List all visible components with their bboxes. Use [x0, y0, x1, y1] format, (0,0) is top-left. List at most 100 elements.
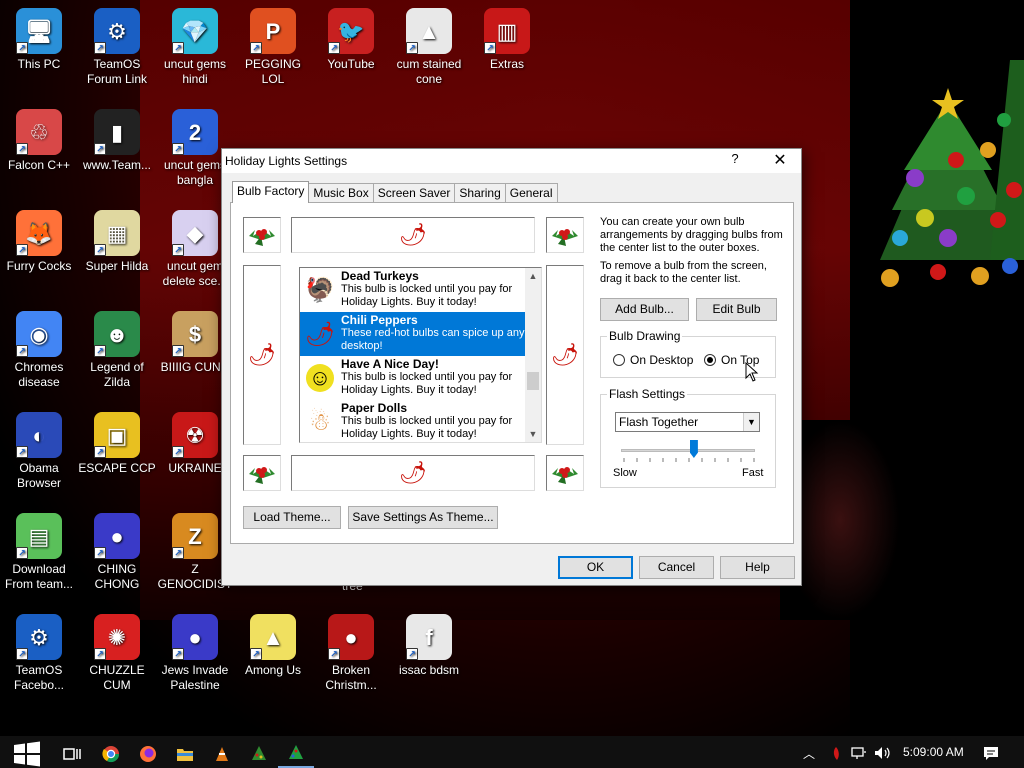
load-theme-button[interactable]: Load Theme... — [243, 506, 341, 529]
app-icon: 🐦 ↗ — [328, 8, 374, 54]
desktop-icon[interactable]: P ↗ PEGGING LOL — [234, 8, 312, 87]
start-icon[interactable] — [8, 740, 46, 768]
network-icon[interactable] — [851, 746, 867, 760]
shortcut-arrow-icon: ↗ — [172, 547, 184, 559]
tab-sharing[interactable]: Sharing — [454, 183, 506, 203]
bulb-list-scrollbar[interactable]: ▲ ▼ — [525, 268, 541, 442]
notifications-icon[interactable] — [983, 745, 999, 761]
desktop-icon-label: This PC — [17, 57, 61, 71]
tab-screen-saver[interactable]: Screen Saver — [372, 183, 456, 203]
desktop-icon[interactable]: 💎 ↗ uncut gems hindi — [156, 8, 234, 87]
ok-button[interactable]: OK — [558, 556, 633, 579]
shortcut-arrow-icon: ↗ — [16, 42, 28, 54]
tab-bulb-factory[interactable]: Bulb Factory — [232, 181, 310, 203]
desktop-icon[interactable]: 🦊 ↗ Furry Cocks — [0, 210, 78, 274]
right-bulb-column[interactable]: 🌶 — [546, 265, 584, 445]
desktop-icon-label: Chromes disease — [14, 360, 64, 389]
desktop-icon[interactable]: ● ↗ Jews Invade Palestine — [156, 614, 234, 693]
task-view-icon[interactable] — [54, 740, 90, 768]
bulb-list-item[interactable]: 🌶 Chili Peppers These red-hot bulbs can sp… — [300, 312, 527, 356]
corner-slot-bottom-right[interactable] — [546, 455, 584, 491]
desktop-icon[interactable]: ☻ ↗ Legend of Zilda — [78, 311, 156, 390]
flash-speed-thumb[interactable] — [689, 440, 698, 458]
desktop-icon-label: uncut gems hindi — [163, 57, 227, 86]
fast-label: Fast — [742, 467, 764, 479]
desktop-icon[interactable]: ▲ ↗ cum stained cone — [390, 8, 468, 87]
top-bulb-row[interactable]: 🌶 — [291, 217, 535, 253]
desktop-icon[interactable]: ⚙ ↗ TeamOS Forum Link — [78, 8, 156, 87]
desktop-icon[interactable]: ● ↗ CHING CHONG — [78, 513, 156, 592]
save-theme-button[interactable]: Save Settings As Theme... — [348, 506, 498, 529]
flash-speed-track[interactable] — [621, 449, 755, 452]
desktop-icon[interactable]: ▤ ↗ Download From team... — [0, 513, 78, 592]
shortcut-arrow-icon: ↗ — [250, 42, 262, 54]
desktop-icon[interactable]: ▣ ↗ ESCAPE CCP — [78, 412, 156, 476]
desktop-icon[interactable]: ▲ ↗ Among Us — [234, 614, 312, 678]
bulb-description: This bulb is locked until you pay for Ho… — [341, 371, 513, 396]
desktop-icon-label: Legend of Zilda — [90, 360, 144, 389]
shortcut-arrow-icon: ↗ — [94, 42, 106, 54]
shortcut-arrow-icon: ↗ — [94, 446, 106, 458]
app-icon: P ↗ — [250, 8, 296, 54]
slider-ticks — [623, 458, 755, 462]
desktop-icon-label: Super Hilda — [85, 259, 149, 273]
shortcut-arrow-icon: ↗ — [94, 648, 106, 660]
desktop-icon[interactable]: ● ↗ Broken Christm... — [312, 614, 390, 693]
corner-slot-bottom-left[interactable] — [243, 455, 281, 491]
corner-slot-top-left[interactable] — [243, 217, 281, 253]
show-hidden-icons-icon[interactable]: ︿ — [803, 745, 815, 762]
tab-music-box[interactable]: Music Box — [308, 183, 374, 203]
bulb-list[interactable]: 🦃 Dead Turkeys This bulb is locked until y… — [299, 267, 542, 443]
shortcut-arrow-icon: ↗ — [16, 446, 28, 458]
help-icon[interactable]: ? — [722, 151, 748, 171]
scroll-up-icon[interactable]: ▲ — [525, 268, 541, 284]
tab-general[interactable]: General — [504, 183, 558, 203]
scroll-down-icon[interactable]: ▼ — [525, 426, 541, 442]
chili-pepper-icon: 🌶 — [304, 320, 336, 348]
desktop-icon-label: Among Us — [244, 663, 302, 677]
radio-circle — [613, 354, 625, 366]
desktop-icon[interactable]: ♲ ↗ Falcon C++ — [0, 109, 78, 173]
desktop-icon[interactable]: ⚙ ↗ TeamOS Facebo... — [0, 614, 78, 693]
close-icon[interactable]: ✕ — [762, 150, 798, 172]
file-explorer-icon[interactable] — [167, 740, 203, 768]
app-icon: ⚙ ↗ — [16, 614, 62, 660]
help-button[interactable]: Help — [720, 556, 795, 579]
desktop-icon[interactable]: ✺ ↗ CHUZZLE CUM — [78, 614, 156, 693]
turkey-icon: 🦃 — [305, 276, 335, 304]
flash-mode-select[interactable]: Flash Together ▼ — [615, 412, 760, 432]
chrome-icon[interactable] — [93, 740, 129, 768]
desktop-icon[interactable]: ▦ ↗ Super Hilda — [78, 210, 156, 274]
firefox-icon[interactable] — [130, 740, 166, 768]
edit-bulb-button[interactable]: Edit Bulb — [696, 298, 777, 321]
desktop-icon[interactable]: ▥ ↗ Extras — [468, 8, 546, 72]
tree-icon[interactable] — [241, 740, 277, 768]
desktop-icon[interactable]: ◉ ↗ Chromes disease — [0, 311, 78, 390]
bulb-drawing-legend: Bulb Drawing — [607, 329, 683, 343]
volume-icon[interactable] — [874, 746, 892, 760]
add-bulb-button[interactable]: Add Bulb... — [600, 298, 689, 321]
cancel-button[interactable]: Cancel — [639, 556, 714, 579]
desktop-icon[interactable]: ◐ ↗ Obama Browser — [0, 412, 78, 491]
corner-slot-top-right[interactable] — [546, 217, 584, 253]
title-bar[interactable]: Holiday Lights Settings ? ✕ — [222, 149, 801, 173]
clock[interactable]: 5:09:00 AM — [903, 745, 964, 759]
left-bulb-column[interactable]: 🌶 — [243, 265, 281, 445]
bulb-name: Chili Peppers — [341, 313, 418, 327]
desktop-icon[interactable]: 🐦 ↗ YouTube — [312, 8, 390, 72]
bottom-bulb-row[interactable]: 🌶 — [291, 455, 535, 491]
chevron-down-icon[interactable]: ▼ — [743, 413, 759, 431]
desktop-icon[interactable]: ▮ ↗ www.Team... — [78, 109, 156, 173]
bulb-list-item[interactable]: ☺ Have A Nice Day! This bulb is locked unt… — [300, 356, 527, 400]
scroll-thumb[interactable] — [527, 372, 539, 390]
desktop-icon[interactable]: f ↗ issac bdsm — [390, 614, 468, 678]
christmas-tree-icon[interactable] — [278, 740, 314, 768]
cone-icon[interactable] — [204, 740, 240, 768]
desktop-icon[interactable]: 🖥 ↗ This PC — [0, 8, 78, 72]
radio-circle-selected — [704, 354, 716, 366]
bulb-list-item[interactable]: ☃ Paper Dolls This bulb is locked until yo… — [300, 400, 527, 442]
on-desktop-radio[interactable]: On Desktop — [613, 353, 693, 367]
tray-pepper-icon[interactable] — [830, 745, 842, 761]
holiday-lights-settings-dialog: Holiday Lights Settings ? ✕ Bulb Factory… — [221, 148, 802, 586]
bulb-list-item[interactable]: 🦃 Dead Turkeys This bulb is locked until y… — [300, 268, 527, 312]
